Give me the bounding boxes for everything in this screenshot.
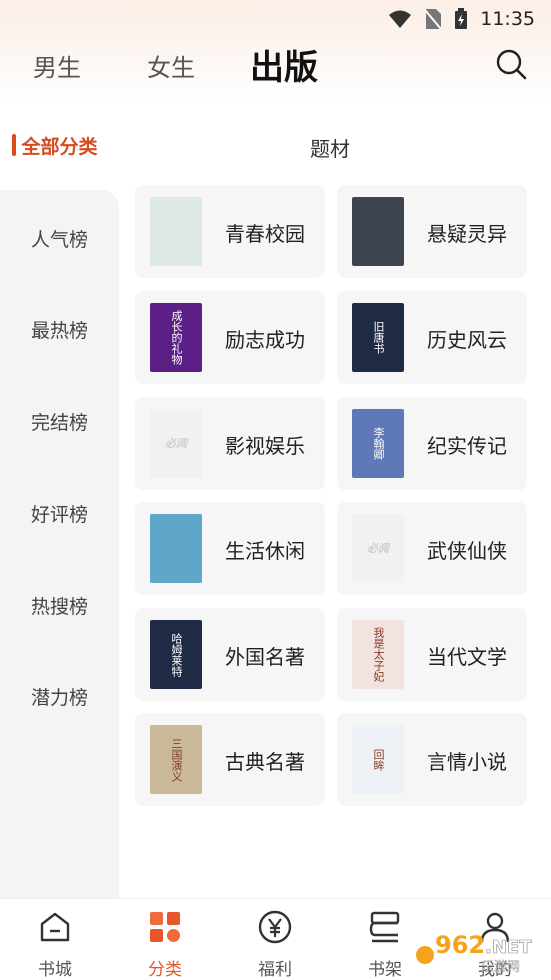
category-card[interactable]: 三国演义 古典名著 (135, 713, 325, 806)
category-card[interactable]: 青春校园 (135, 185, 325, 278)
sidebar-item-potential[interactable]: 潜力榜 (0, 683, 119, 710)
book-cover-text: 必阅 (165, 436, 187, 450)
category-label: 生活休闲 (225, 539, 305, 563)
section-title: 题材 (310, 137, 350, 161)
category-label: 励志成功 (225, 328, 305, 352)
category-label: 古典名著 (225, 750, 305, 774)
book-cover-text: 三国演义 (170, 737, 183, 782)
category-card[interactable]: 必阅 影视娱乐 (135, 397, 325, 490)
book-cover-text: 成长的礼物 (170, 310, 183, 365)
nav-welfare[interactable]: 福利 (235, 909, 315, 980)
sidebar-background (0, 190, 119, 898)
home-icon (40, 912, 70, 942)
bookshelf-icon (369, 911, 400, 943)
book-cover-image: 必阅 (150, 409, 202, 478)
search-icon[interactable] (495, 48, 527, 80)
category-card[interactable]: 旧唐书 历史风云 (337, 291, 527, 384)
book-cover-image: 回眸 (352, 725, 404, 794)
book-cover-text: 李翰卿 (372, 427, 385, 460)
nav-category-label: 分类 (148, 960, 182, 980)
sidebar-item-popular[interactable]: 人气榜 (0, 225, 119, 252)
category-card[interactable]: 成长的礼物 励志成功 (135, 291, 325, 384)
book-cover-text: 哈姆莱特 (170, 632, 183, 677)
sidebar-item-rated[interactable]: 好评榜 (0, 500, 119, 527)
book-cover-text: 回眸 (372, 748, 385, 771)
category-card[interactable]: 哈姆莱特 外国名著 (135, 608, 325, 701)
tab-published[interactable]: 出版 (250, 40, 318, 89)
book-cover-image: 李翰卿 (352, 409, 404, 478)
category-card[interactable]: 必阅 武侠仙侠 (337, 502, 527, 595)
category-label: 当代文学 (427, 645, 507, 669)
status-bar: 11:35 (388, 0, 535, 38)
status-time: 11:35 (480, 8, 535, 30)
wifi-icon (389, 10, 412, 28)
book-cover-text: 我是太子妃 (372, 627, 385, 682)
book-cover-image: 我是太子妃 (352, 620, 404, 689)
category-label: 青春校园 (225, 222, 305, 246)
category-label: 悬疑灵异 (427, 222, 507, 246)
tab-male[interactable]: 男生 (33, 48, 81, 83)
book-cover-image: 哈姆莱特 (150, 620, 202, 689)
sidebar-item-hottest[interactable]: 最热榜 (0, 316, 119, 343)
top-tabs: 男生 女生 出版 (0, 40, 551, 92)
nav-bookstore[interactable]: 书城 (15, 909, 95, 980)
svg-text:乐游网: 乐游网 (481, 960, 520, 973)
category-label: 历史风云 (427, 328, 507, 352)
category-label: 武侠仙侠 (427, 539, 507, 563)
category-card[interactable]: 我是太子妃 当代文学 (337, 608, 527, 701)
category-card[interactable]: 悬疑灵异 (337, 185, 527, 278)
yen-icon (258, 910, 292, 944)
battery-charging-icon (455, 8, 468, 29)
category-label: 影视娱乐 (225, 434, 305, 458)
book-cover-image (150, 514, 202, 583)
sidebar-item-all[interactable]: 全部分类 (0, 132, 119, 159)
book-cover-text: 必阅 (367, 541, 389, 555)
category-label: 纪实传记 (427, 434, 507, 458)
nav-bookstore-label: 书城 (38, 960, 72, 980)
category-label: 言情小说 (427, 750, 507, 774)
book-cover-image: 旧唐书 (352, 303, 404, 372)
book-cover-image (352, 197, 404, 266)
svg-text:.NET: .NET (485, 937, 532, 958)
category-icon (150, 912, 180, 942)
category-card[interactable]: 生活休闲 (135, 502, 325, 595)
book-cover-image (150, 197, 202, 266)
watermark-logo: 962 .NET 乐游网 (416, 931, 532, 973)
category-card[interactable]: 李翰卿 纪实传记 (337, 397, 527, 490)
sidebar-item-search[interactable]: 热搜榜 (0, 592, 119, 619)
book-cover-text: 旧唐书 (372, 321, 385, 354)
sidebar-item-completed[interactable]: 完结榜 (0, 408, 119, 435)
svg-text:962: 962 (435, 931, 485, 959)
category-label: 外国名著 (225, 645, 305, 669)
nav-bookshelf[interactable]: 书架 (345, 909, 425, 980)
tab-female[interactable]: 女生 (147, 48, 195, 83)
no-sim-icon (424, 9, 442, 30)
nav-category[interactable]: 分类 (125, 909, 205, 980)
book-cover-image: 三国演义 (150, 725, 202, 794)
book-cover-image: 必阅 (352, 514, 404, 583)
category-card[interactable]: 回眸 言情小说 (337, 713, 527, 806)
nav-bookshelf-label: 书架 (368, 960, 402, 980)
book-cover-image: 成长的礼物 (150, 303, 202, 372)
nav-welfare-label: 福利 (258, 960, 292, 980)
